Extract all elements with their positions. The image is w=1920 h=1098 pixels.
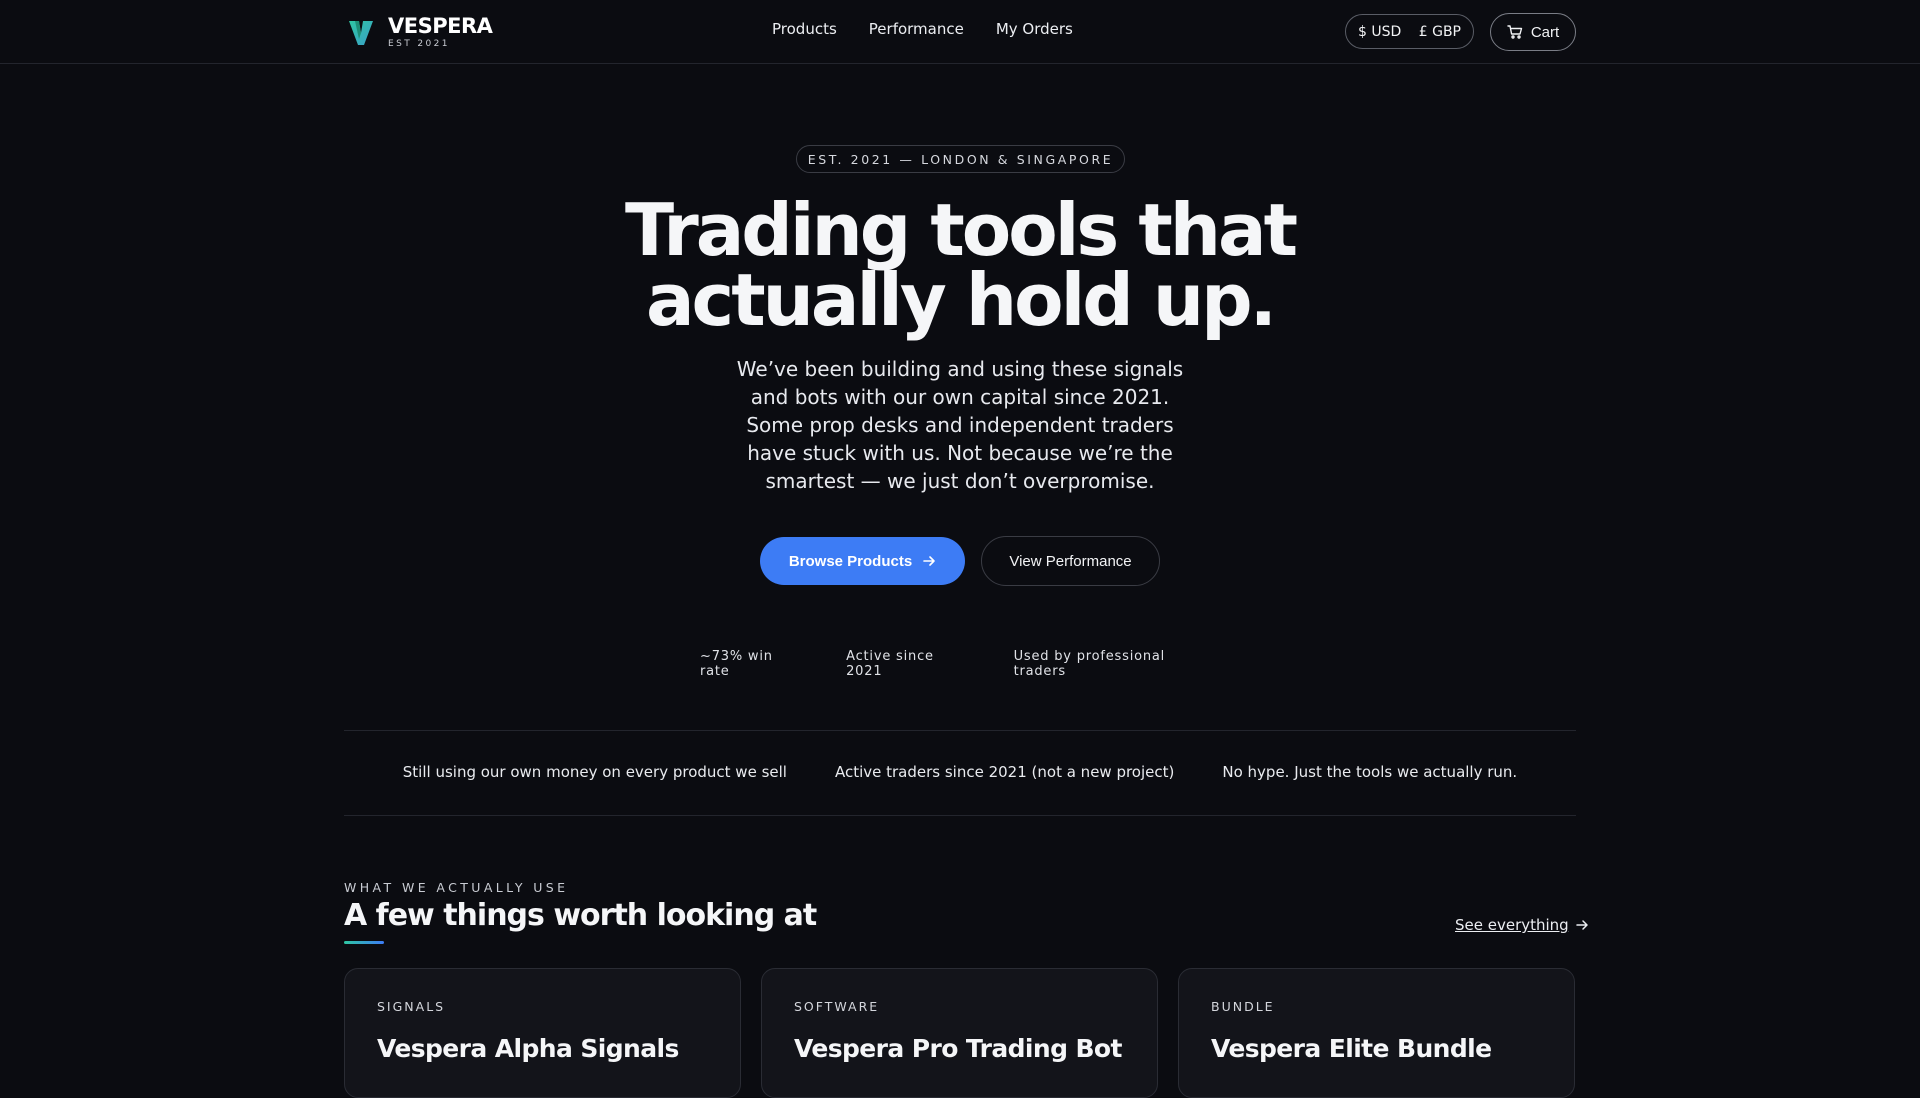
- nav-performance[interactable]: Performance: [869, 20, 964, 38]
- arrow-right-icon: [923, 556, 935, 566]
- section-title: A few things worth looking at: [344, 898, 817, 933]
- trust-item: No hype. Just the tools we actually run.: [1222, 763, 1518, 781]
- see-everything-link[interactable]: See everything: [1455, 916, 1589, 934]
- currency-switcher: $ USD £ GBP: [1345, 14, 1474, 49]
- brand-name: VESPERA: [388, 13, 493, 38]
- product-cards: SIGNALS Vespera Alpha Signals SOFTWARE V…: [344, 968, 1576, 1098]
- title-underline-accent: [344, 941, 384, 944]
- brand-logo[interactable]: VESPERA EST 2021: [346, 13, 493, 50]
- card-category: SOFTWARE: [794, 999, 880, 1014]
- arrow-right-icon: [1575, 920, 1588, 930]
- hero-badge: EST. 2021 — LONDON & SINGAPORE: [796, 145, 1125, 173]
- main-nav: Products Performance My Orders: [772, 20, 1073, 38]
- nav-my-orders[interactable]: My Orders: [996, 20, 1073, 38]
- divider: [344, 730, 1576, 731]
- hero-title: Trading tools that actually hold up.: [560, 194, 1360, 336]
- card-title: Vespera Alpha Signals: [377, 1034, 679, 1063]
- browse-products-button[interactable]: Browse Products: [760, 537, 965, 585]
- top-navigation-bar: VESPERA EST 2021 Products Performance My…: [0, 0, 1920, 64]
- brand-tagline: EST 2021: [388, 38, 450, 49]
- hero-stats: ~73% win rate Active since 2021 Used by …: [700, 649, 1220, 679]
- stat-win-rate: ~73% win rate: [700, 649, 773, 679]
- cart-label: Cart: [1530, 23, 1560, 41]
- product-card-pro-trading-bot[interactable]: SOFTWARE Vespera Pro Trading Bot: [761, 968, 1158, 1098]
- trust-item: Still using our own money on every produ…: [402, 763, 787, 781]
- view-performance-label: View Performance: [1009, 552, 1132, 570]
- card-title: Vespera Elite Bundle: [1211, 1034, 1492, 1063]
- vespera-logo-icon: [349, 21, 373, 45]
- cart-button[interactable]: Cart: [1490, 13, 1576, 51]
- card-title: Vespera Pro Trading Bot: [794, 1034, 1122, 1063]
- divider: [344, 815, 1576, 816]
- product-card-elite-bundle[interactable]: BUNDLE Vespera Elite Bundle: [1178, 968, 1575, 1098]
- nav-products[interactable]: Products: [772, 20, 837, 38]
- browse-products-label: Browse Products: [788, 552, 913, 570]
- hero-subtitle: We’ve been building and using these sign…: [736, 357, 1184, 493]
- cart-icon: [1507, 25, 1523, 39]
- currency-usd-option[interactable]: $ USD: [1358, 24, 1401, 40]
- view-performance-button[interactable]: View Performance: [981, 536, 1160, 586]
- trust-item: Active traders since 2021 (not a new pro…: [834, 763, 1175, 781]
- section-kicker: WHAT WE ACTUALLY USE: [344, 880, 569, 895]
- trust-strip: Still using our own money on every produ…: [344, 763, 1576, 781]
- card-category: BUNDLE: [1211, 999, 1275, 1014]
- stat-used-by: Used by professional traders: [1013, 649, 1166, 679]
- hero-title-line-2: actually hold up.: [645, 258, 1277, 342]
- currency-gbp-option[interactable]: £ GBP: [1419, 24, 1461, 40]
- see-everything-label: See everything: [1455, 916, 1569, 934]
- card-category: SIGNALS: [377, 999, 446, 1014]
- product-card-alpha-signals[interactable]: SIGNALS Vespera Alpha Signals: [344, 968, 741, 1098]
- stat-active-since: Active since 2021: [846, 649, 934, 679]
